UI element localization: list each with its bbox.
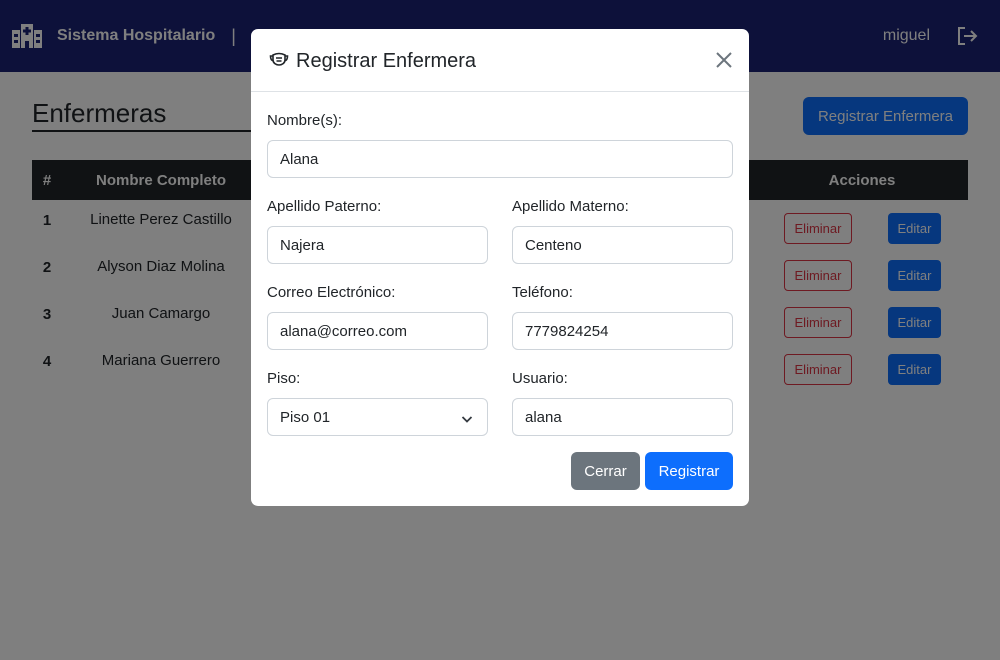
mask-icon bbox=[269, 51, 289, 67]
piso-value: Piso 01 bbox=[280, 408, 331, 426]
telefono-label: Teléfono: bbox=[512, 284, 573, 301]
usuario-value: alana bbox=[525, 408, 562, 426]
apellido-paterno-value: Najera bbox=[280, 236, 325, 254]
phone-value: 7779824254 bbox=[525, 322, 609, 340]
close-button[interactable]: Cerrar bbox=[571, 452, 640, 490]
apellido-materno-label: Apellido Materno: bbox=[512, 198, 629, 215]
usuario-input[interactable]: alana bbox=[512, 398, 733, 436]
apellido-paterno-label: Apellido Paterno: bbox=[267, 198, 382, 215]
nombre-label: Nombre(s): bbox=[267, 112, 343, 129]
apellido-materno-input[interactable]: Centeno bbox=[512, 226, 733, 264]
piso-select[interactable]: Piso 01 bbox=[267, 398, 488, 436]
chevron-down-icon bbox=[461, 412, 473, 424]
email-field[interactable]: alana@correo.com bbox=[267, 312, 488, 350]
submit-register-button[interactable]: Registrar bbox=[645, 452, 733, 490]
register-nurse-modal: Registrar Enfermera Nombre(s): Alana Ape… bbox=[251, 29, 749, 506]
piso-label: Piso: bbox=[267, 370, 301, 387]
usuario-label: Usuario: bbox=[512, 370, 568, 387]
modal-title: Registrar Enfermera bbox=[296, 50, 477, 72]
correo-label: Correo Electrónico: bbox=[267, 284, 396, 301]
apellido-materno-value: Centeno bbox=[525, 236, 582, 254]
nombre-value: Alana bbox=[280, 150, 319, 168]
apellido-paterno-input[interactable]: Najera bbox=[267, 226, 488, 264]
modal-header: Registrar Enfermera bbox=[251, 29, 749, 92]
close-icon[interactable] bbox=[713, 49, 735, 71]
nombre-input[interactable]: Alana bbox=[267, 140, 733, 178]
email-value: alana@correo.com bbox=[280, 322, 407, 340]
phone-field[interactable]: 7779824254 bbox=[512, 312, 733, 350]
